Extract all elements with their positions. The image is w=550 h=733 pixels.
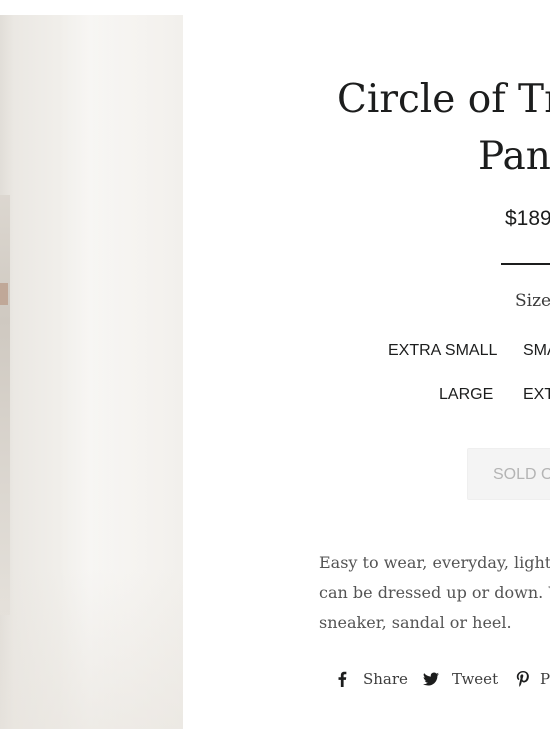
social-share-links: Share Tweet Pi <box>0 666 550 692</box>
product-title-continued: Pan <box>478 134 550 179</box>
share-twitter-label: Tweet <box>452 670 499 688</box>
share-facebook-label: Share <box>363 670 408 688</box>
share-pinterest-link[interactable]: Pi <box>514 666 550 692</box>
size-option-extra-small[interactable]: EXTRA SMALL <box>388 342 497 360</box>
description-line: sneaker, sandal or heel. <box>319 613 512 632</box>
size-option-extra-large[interactable]: EXT <box>523 386 550 404</box>
photo-floor <box>0 569 183 729</box>
description-line: Easy to wear, everyday, lightwe <box>319 553 550 572</box>
twitter-icon <box>422 670 440 688</box>
share-twitter-link[interactable]: Tweet <box>422 666 498 692</box>
product-description: Easy to wear, everyday, lightwe can be d… <box>319 548 550 638</box>
product-title: Circle of Tr <box>337 77 550 122</box>
product-page: Circle of Tr Pan $189 Size EXTRA SMALL S… <box>0 0 550 733</box>
photo-model-detail <box>0 283 8 305</box>
share-facebook-link[interactable]: Share <box>333 666 408 692</box>
size-option-large[interactable]: LARGE <box>439 386 493 404</box>
facebook-icon <box>333 670 351 688</box>
product-price: $189 <box>505 207 550 230</box>
pinterest-icon <box>514 670 532 688</box>
size-label: Size <box>515 291 550 311</box>
share-pinterest-label: Pi <box>540 670 550 688</box>
sold-out-button[interactable]: SOLD OU <box>467 448 550 500</box>
title-divider <box>501 263 550 265</box>
size-option-small[interactable]: SMA <box>523 342 550 360</box>
description-line: can be dressed up or down. We <box>319 583 550 602</box>
product-image[interactable] <box>0 15 183 729</box>
photo-model-edge <box>0 195 10 615</box>
